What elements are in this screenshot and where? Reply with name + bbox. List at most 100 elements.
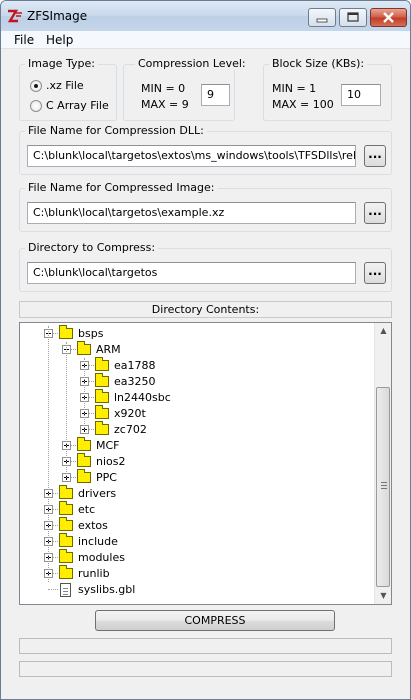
tree-item[interactable]: PPC	[20, 469, 360, 486]
tree-item-label[interactable]: ARM	[96, 343, 121, 356]
folder-icon	[95, 357, 109, 371]
menu-bar: File Help	[1, 31, 410, 49]
folder-icon	[59, 549, 73, 563]
main-panel: Image Type: .xz File C Array File Compre…	[2, 49, 409, 699]
tree-item-label[interactable]: extos	[78, 519, 108, 532]
tree-item[interactable]: include	[20, 533, 360, 550]
directory-group: Directory to Compress: C:\blunk\local\ta…	[19, 241, 392, 292]
minimize-icon	[316, 18, 328, 23]
tree-guide-line	[48, 326, 49, 582]
tree-item-label[interactable]: syslibs.gbl	[78, 583, 135, 596]
maximize-button[interactable]	[339, 8, 367, 27]
block-size-min-label: MIN = 1	[272, 82, 317, 95]
block-size-group: Block Size (KBs): MIN = 1 MAX = 100 10	[263, 57, 392, 121]
block-size-max-label: MAX = 100	[272, 98, 334, 111]
tree-item[interactable]: etc	[20, 501, 360, 518]
tree-item[interactable]: x920t	[20, 405, 360, 422]
minimize-button[interactable]	[308, 8, 336, 27]
image-browse-button[interactable]: ...	[364, 202, 386, 224]
tree-connector	[48, 589, 58, 590]
window-title: ZFSImage	[27, 9, 88, 23]
folder-icon	[95, 373, 109, 387]
menu-help[interactable]: Help	[43, 32, 76, 48]
status-box-2	[19, 661, 392, 677]
scroll-grip-icon	[381, 482, 387, 491]
radio-c-array-file[interactable]	[30, 100, 42, 112]
tree-item[interactable]: ea3250	[20, 373, 360, 390]
directory-legend: Directory to Compress:	[25, 241, 159, 254]
file-icon	[60, 583, 71, 597]
directory-tree[interactable]: bsps ARM ea1788 ea3250 ln2440sbc x920t zc702 MC…	[19, 322, 392, 605]
tree-item[interactable]: nios2	[20, 453, 360, 470]
folder-icon	[59, 501, 73, 515]
dll-path-legend: File Name for Compression DLL:	[25, 124, 207, 137]
radio-xz-file[interactable]	[30, 80, 42, 92]
maximize-icon	[347, 12, 359, 22]
folder-icon	[59, 565, 73, 579]
compress-button[interactable]: COMPRESS	[95, 610, 335, 631]
tree-item-label[interactable]: include	[78, 535, 118, 548]
scroll-down-arrow-icon[interactable]: ▼	[376, 588, 391, 604]
compression-min-label: MIN = 0	[141, 82, 186, 95]
block-size-input[interactable]: 10	[341, 84, 381, 106]
tree-item[interactable]: modules	[20, 549, 360, 566]
tree-item[interactable]: ln2440sbc	[20, 389, 360, 406]
directory-browse-button[interactable]: ...	[364, 262, 386, 284]
folder-icon	[95, 389, 109, 403]
tree-item-label[interactable]: drivers	[78, 487, 116, 500]
image-path-group: File Name for Compressed Image: C:\blunk…	[19, 181, 392, 232]
tree-item-label[interactable]: ea1788	[114, 359, 156, 372]
image-path-legend: File Name for Compressed Image:	[25, 181, 218, 194]
radio-xz-file-label[interactable]: .xz File	[46, 79, 84, 92]
folder-icon	[77, 341, 91, 355]
tree-scrollbar[interactable]: ▲ ▼	[374, 323, 391, 604]
tree-item-label[interactable]: ln2440sbc	[114, 391, 171, 404]
scroll-thumb[interactable]	[376, 387, 390, 587]
tree-item-label[interactable]: x920t	[114, 407, 146, 420]
folder-icon	[59, 325, 73, 339]
tree-item-label[interactable]: bsps	[78, 327, 103, 340]
menu-file[interactable]: File	[11, 32, 37, 48]
radio-selected-dot	[34, 84, 38, 88]
tree-item[interactable]: runlib	[20, 565, 360, 582]
compression-max-label: MAX = 9	[141, 98, 189, 111]
folder-icon	[95, 405, 109, 419]
compression-level-input[interactable]: 9	[201, 84, 230, 106]
tree-item[interactable]: drivers	[20, 485, 360, 502]
status-box-1	[19, 638, 392, 654]
directory-input[interactable]: C:\blunk\local\targetos	[27, 262, 356, 284]
image-type-group: Image Type: .xz File C Array File	[19, 57, 117, 121]
scroll-up-arrow-icon[interactable]: ▲	[376, 323, 391, 339]
tree-item-label[interactable]: PPC	[96, 471, 117, 484]
radio-c-array-file-label[interactable]: C Array File	[46, 99, 109, 112]
tree-item-label[interactable]: MCF	[96, 439, 120, 452]
close-button[interactable]	[370, 8, 407, 27]
tree-item-label[interactable]: etc	[78, 503, 95, 516]
folder-icon	[77, 453, 91, 467]
tree-item[interactable]: MCF	[20, 437, 360, 454]
tree-item-label[interactable]: ea3250	[114, 375, 156, 388]
tree-item-label[interactable]: nios2	[96, 455, 126, 468]
dll-path-input[interactable]: C:\blunk\local\targetos\extos\ms_windows…	[27, 145, 356, 167]
image-path-input[interactable]: C:\blunk\local\targetos\example.xz	[27, 202, 356, 224]
folder-icon	[59, 517, 73, 531]
block-size-legend: Block Size (KBs):	[269, 57, 368, 70]
folder-icon	[95, 421, 109, 435]
directory-contents-header: Directory Contents:	[19, 301, 392, 318]
tree-guide-line	[84, 358, 85, 430]
tree-item[interactable]: ea1788	[20, 357, 360, 374]
tree-item[interactable]: bsps	[20, 325, 360, 342]
tree-item-label[interactable]: modules	[78, 551, 125, 564]
tree-item[interactable]: extos	[20, 517, 360, 534]
compression-level-group: Compression Level: MIN = 0 MAX = 9 9	[123, 57, 249, 121]
dll-path-group: File Name for Compression DLL: C:\blunk\…	[19, 124, 392, 175]
title-bar[interactable]: ZFSImage	[1, 1, 410, 31]
dll-browse-button[interactable]: ...	[364, 145, 386, 167]
tree-item[interactable]: syslibs.gbl	[20, 582, 360, 598]
zfs-logo-icon	[7, 9, 22, 23]
folder-icon	[59, 485, 73, 499]
tree-item[interactable]: ARM	[20, 341, 360, 358]
tree-item[interactable]: zc702	[20, 421, 360, 438]
tree-item-label[interactable]: runlib	[78, 567, 110, 580]
tree-item-label[interactable]: zc702	[114, 423, 147, 436]
